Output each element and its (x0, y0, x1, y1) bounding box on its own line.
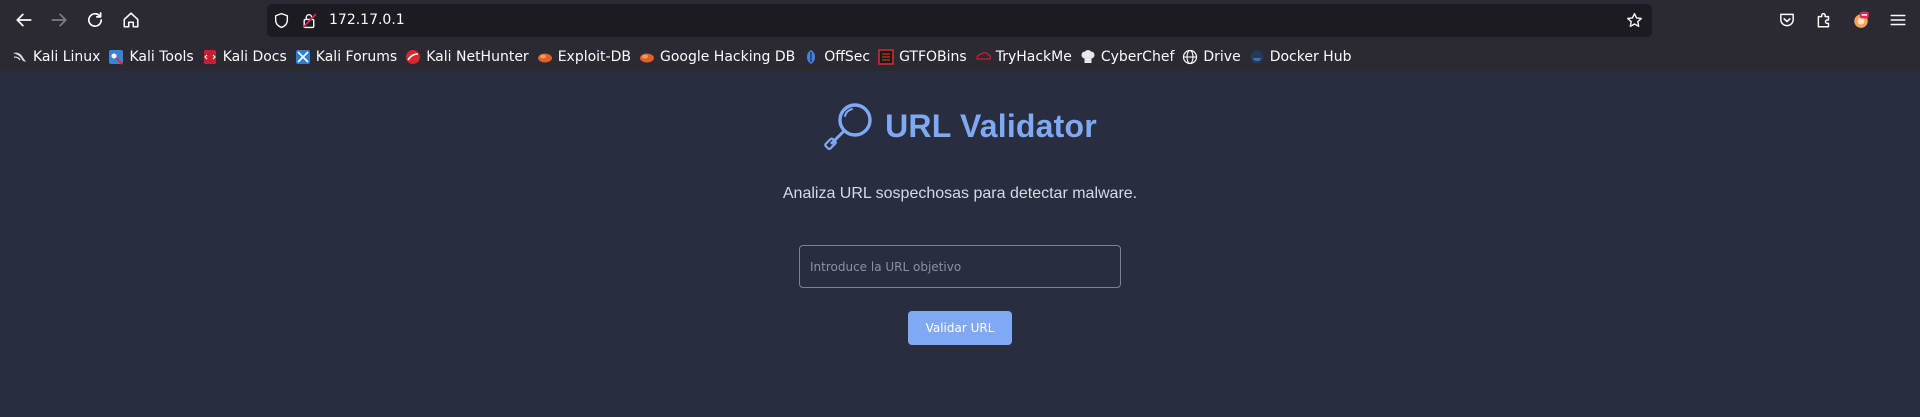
bookmark-kali-linux[interactable]: Kali Linux (10, 45, 105, 69)
page-title: URL Validator (885, 107, 1097, 144)
bookmark-offsec[interactable]: OffSec (801, 45, 875, 69)
forward-button[interactable] (44, 5, 74, 35)
url-text[interactable]: 172.17.0.1 (329, 11, 405, 30)
offsec-icon (803, 49, 819, 65)
bookmark-kali-docs[interactable]: Kali Docs (200, 45, 292, 69)
puzzle-icon (1817, 12, 1830, 28)
hamburger-menu-icon (1890, 14, 1906, 26)
pocket-button[interactable] (1775, 8, 1799, 32)
bookmark-gtfobins[interactable]: GTFOBins (876, 45, 972, 69)
navigation-toolbar: 172.17.0.1 (0, 0, 1920, 42)
magnifying-glass-icon (824, 103, 872, 151)
page-content: URL Validator Analiza URL sospechosas pa… (0, 71, 1920, 417)
url-input[interactable] (799, 245, 1121, 288)
bookmark-drive[interactable]: Drive (1180, 45, 1245, 69)
page-header: URL Validator (0, 99, 1920, 153)
arrow-left-icon (16, 13, 32, 27)
menu-button[interactable] (1886, 8, 1910, 32)
cyberchef-icon (1080, 49, 1096, 65)
validate-url-button[interactable]: Validar URL (908, 311, 1012, 345)
kali-dragon-icon (12, 49, 28, 65)
home-button[interactable] (116, 5, 146, 35)
bookmark-google-hacking-db[interactable]: Google Hacking DB (637, 45, 800, 69)
bookmark-kali-nethunter[interactable]: Kali NetHunter (403, 45, 533, 69)
extension-badge-icon (1854, 11, 1869, 28)
kali-nethunter-icon (405, 49, 421, 65)
arrow-right-icon (51, 13, 67, 27)
gtfobins-icon (878, 48, 894, 65)
extensions-button[interactable] (1812, 8, 1836, 32)
google-hacking-db-icon (639, 49, 655, 65)
kali-docs-icon (202, 49, 218, 65)
page-subtitle: Analiza URL sospechosas para detectar ma… (782, 185, 1138, 202)
exploit-db-icon (537, 49, 553, 65)
bookmark-docker-hub[interactable]: Docker Hub (1247, 45, 1357, 69)
insecure-lock-icon[interactable] (301, 12, 318, 29)
bookmark-star-icon[interactable] (1626, 12, 1643, 29)
tryhackme-icon (975, 49, 991, 65)
globe-icon (1182, 49, 1198, 65)
bookmark-exploit-db[interactable]: Exploit-DB (535, 45, 636, 69)
reload-button[interactable] (80, 5, 110, 35)
bookmark-cyberchef[interactable]: CyberChef (1078, 45, 1180, 69)
bookmark-tryhackme[interactable]: TryHackMe (973, 45, 1077, 69)
kali-tools-icon (108, 49, 124, 65)
pocket-icon (1780, 13, 1794, 27)
docker-hub-icon (1249, 49, 1265, 65)
address-bar[interactable]: 172.17.0.1 (267, 4, 1652, 37)
bookmark-kali-forums[interactable]: Kali Forums (293, 45, 402, 69)
bookmarks-toolbar: Kali Linux Kali Tools Kali Docs Kali For… (0, 42, 1920, 71)
back-button[interactable] (9, 5, 39, 35)
kali-forums-icon (295, 49, 311, 65)
reload-icon (87, 12, 103, 27)
tracking-shield-icon[interactable] (273, 12, 290, 29)
home-icon (123, 12, 139, 28)
profile-button[interactable] (1849, 8, 1873, 32)
bookmark-kali-tools[interactable]: Kali Tools (106, 45, 198, 69)
